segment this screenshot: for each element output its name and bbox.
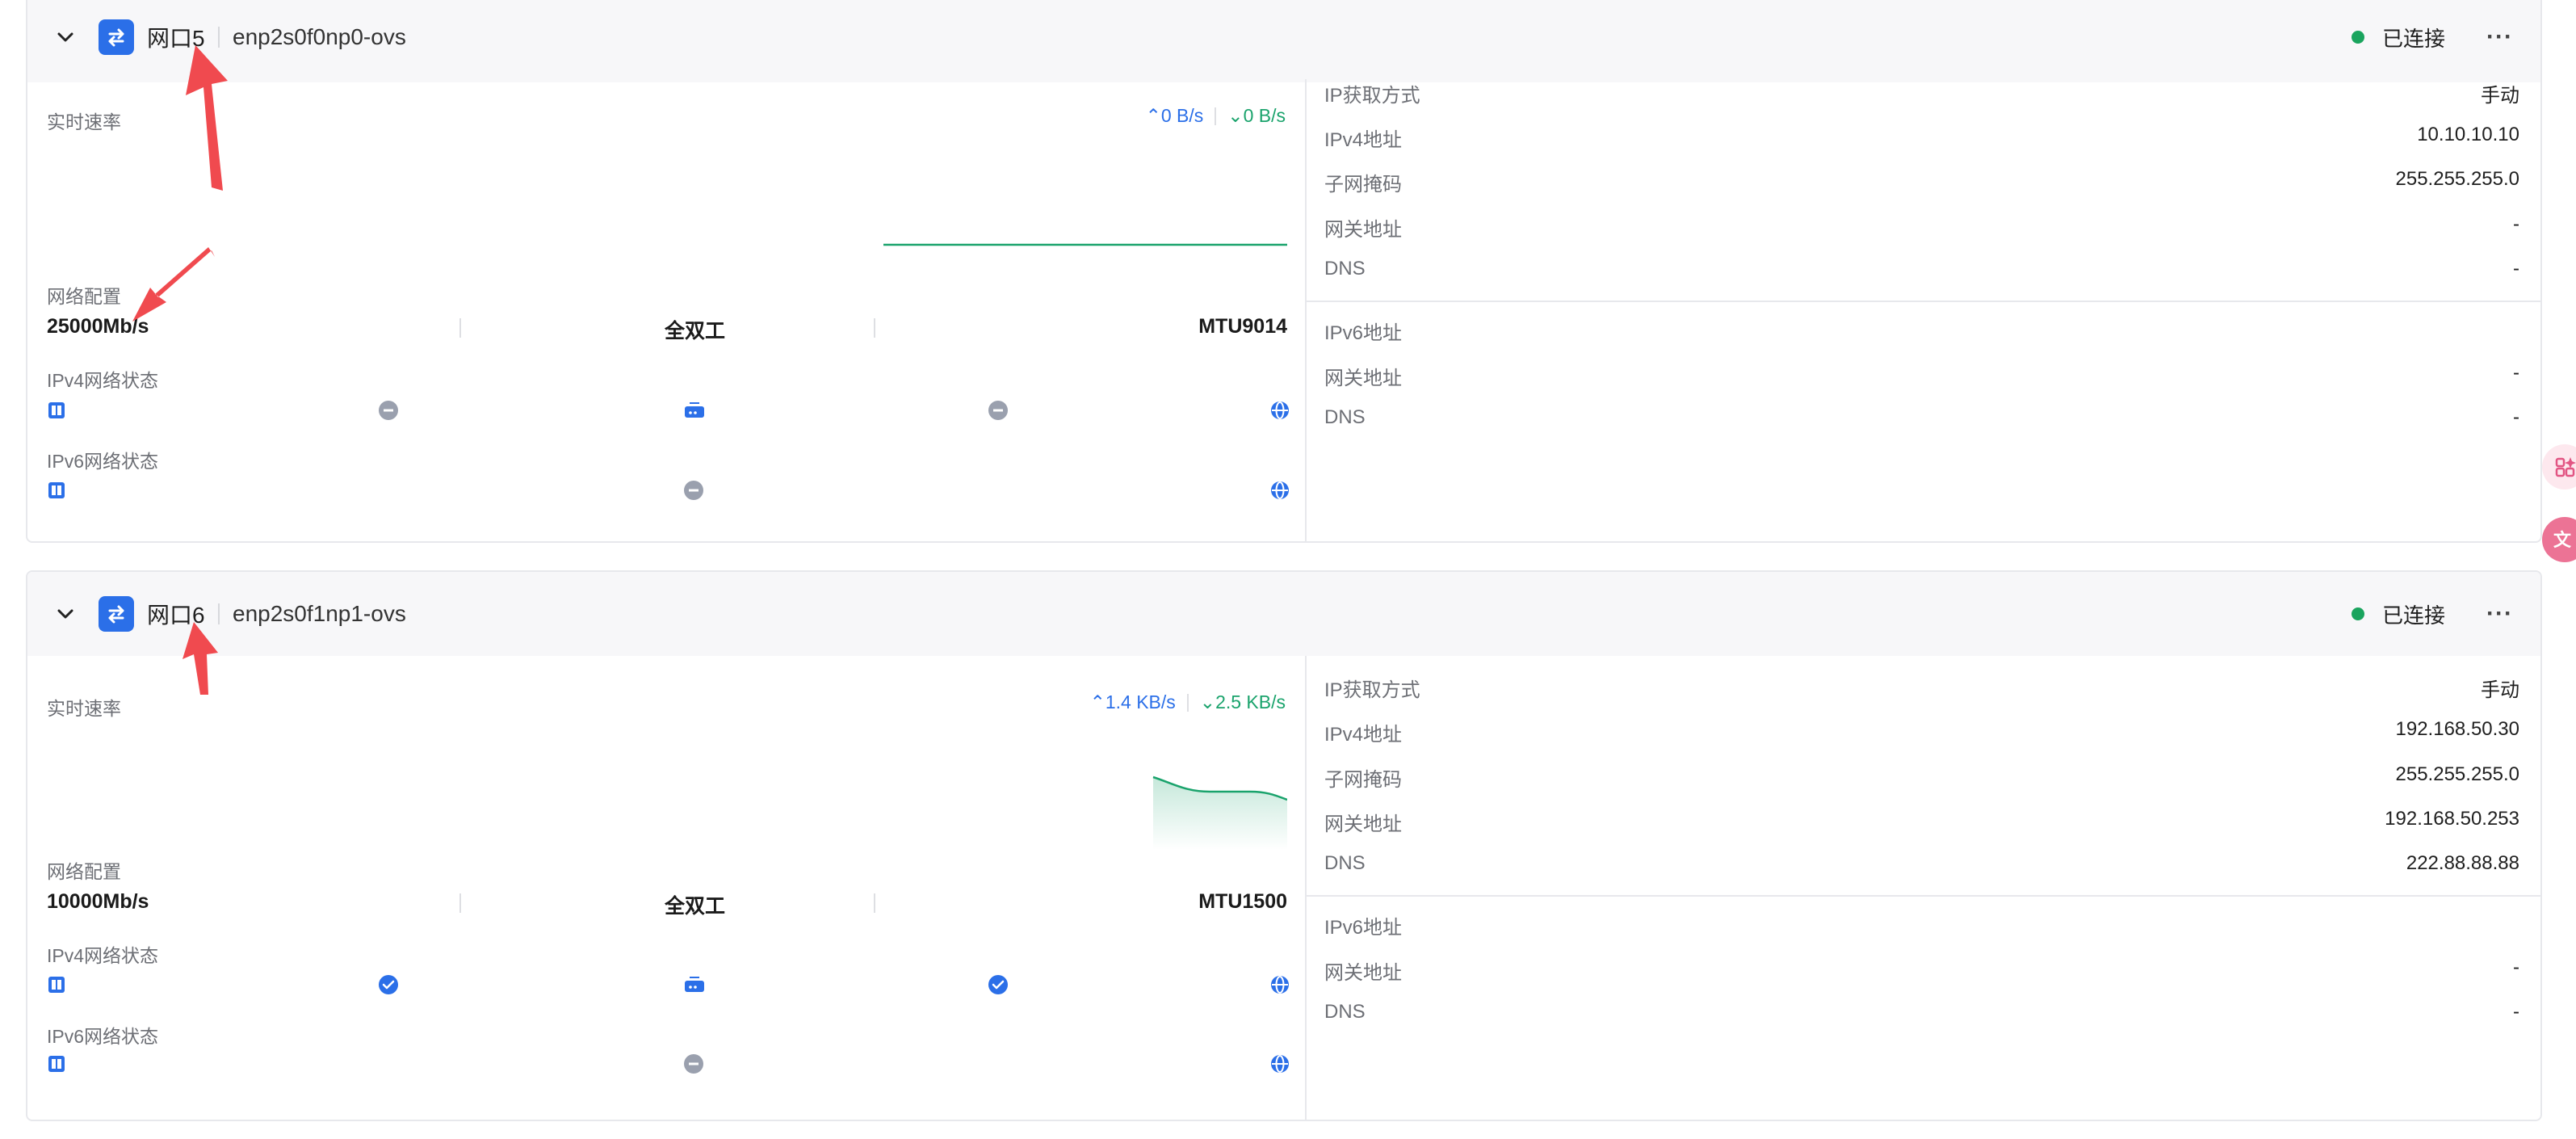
connection-status: 已连接 xyxy=(2381,603,2445,628)
more-options-button[interactable]: ··· xyxy=(2486,23,2513,51)
header-separator xyxy=(218,27,220,48)
port-card-header[interactable]: 网口5 enp2s0f0np0-ovs 已连接 ··· xyxy=(27,0,2540,82)
gateway-row: 网关地址 192.168.50.253 xyxy=(1324,808,2519,835)
server-icon xyxy=(48,402,65,418)
router-icon xyxy=(685,977,704,992)
swap-arrows-icon xyxy=(99,19,134,55)
ipv4-status-label: IPv4网络状态 xyxy=(47,945,159,966)
server-icon xyxy=(48,977,65,993)
ip-info-pane: IP获取方式 手动 IPv4地址 10.10.10.10 子网掩码 255.255.2… xyxy=(1305,79,2540,541)
ipv4-addr-row: IPv4地址 10.10.10.10 xyxy=(1324,124,2519,151)
traffic-pane: 实时速率 ⌃1.4 KB/s ⌄2.5 KB/s 网络配置 10000Mb/s … xyxy=(27,656,1303,1120)
mtu-value: MTU9014 xyxy=(1198,315,1287,338)
ai-assistant-icon[interactable] xyxy=(2542,444,2576,490)
traffic-chart xyxy=(883,243,1287,246)
ipv6-addr-row: IPv6地址 xyxy=(1324,917,1403,939)
link-speed: 10000Mb/s xyxy=(47,890,149,913)
header-separator xyxy=(218,603,220,624)
minus-icon xyxy=(684,1054,703,1074)
duplex-mode: 全双工 xyxy=(665,895,726,918)
minus-icon xyxy=(988,401,1008,420)
divider xyxy=(1307,301,2540,302)
status-dot-icon xyxy=(2352,31,2364,44)
minus-icon xyxy=(684,481,703,500)
globe-icon xyxy=(1271,481,1289,499)
ip-method-row: IP获取方式 手动 xyxy=(1324,85,2519,107)
check-icon xyxy=(379,975,398,994)
ipv6-status-track xyxy=(48,481,1289,500)
speed-readout: ⌃1.4 KB/s ⌄2.5 KB/s xyxy=(1090,691,1286,713)
connection-status: 已连接 xyxy=(2381,26,2445,51)
ipv6-status-track xyxy=(48,1054,1289,1074)
subnet-row: 子网掩码 255.255.255.0 xyxy=(1324,763,2519,791)
port-name: 网口6 xyxy=(147,603,205,628)
ipv4-status-label: IPv4网络状态 xyxy=(47,370,159,391)
upload-speed: ⌃1.4 KB/s xyxy=(1089,691,1176,712)
upload-speed: ⌃0 B/s xyxy=(1145,105,1204,126)
ip-info-pane: IP获取方式 手动 IPv4地址 192.168.50.30 子网掩码 255.255… xyxy=(1305,656,2540,1120)
minus-icon xyxy=(379,401,398,420)
router-icon xyxy=(685,402,704,418)
globe-icon xyxy=(1271,1055,1289,1073)
port-name: 网口5 xyxy=(147,26,205,51)
download-speed: ⌄0 B/s xyxy=(1227,105,1286,126)
net-config-row: 25000Mb/s 全双工 MTU9014 xyxy=(47,312,1287,344)
svg-text:文: 文 xyxy=(2553,530,2572,551)
ipv4-addr-row: IPv4地址 192.168.50.30 xyxy=(1324,718,2519,746)
interface-name: enp2s0f1np1-ovs xyxy=(233,601,406,626)
ipv6-status-label: IPv6网络状态 xyxy=(47,1026,159,1047)
dns-row: DNS - xyxy=(1324,258,2519,279)
link-speed: 25000Mb/s xyxy=(47,315,149,338)
ipv6-gateway-row: 网关地址 - xyxy=(1324,362,2519,389)
dns-row: DNS 222.88.88.88 xyxy=(1324,852,2519,874)
net-config-label: 网络配置 xyxy=(47,861,121,882)
ipv6-dns-row: DNS - xyxy=(1324,1001,2519,1023)
chevron-down-icon[interactable] xyxy=(52,23,79,51)
chevron-down-icon[interactable] xyxy=(52,600,79,628)
more-options-button[interactable]: ··· xyxy=(2486,600,2513,628)
ipv6-gateway-row: 网关地址 - xyxy=(1324,956,2519,984)
duplex-mode: 全双工 xyxy=(665,320,726,343)
swap-arrows-icon xyxy=(99,596,134,632)
realtime-rate-label: 实时速率 xyxy=(47,698,121,719)
globe-icon xyxy=(1271,401,1289,419)
port-card-header[interactable]: 网口6 enp2s0f1np1-ovs 已连接 ··· xyxy=(27,572,2540,656)
globe-icon xyxy=(1271,976,1289,994)
port-card-5: 网口5 enp2s0f0np0-ovs 已连接 ··· 实时速率 ⌃0 B/s … xyxy=(26,0,2542,543)
gateway-row: 网关地址 - xyxy=(1324,213,2519,241)
ipv6-addr-row: IPv6地址 xyxy=(1324,322,1403,344)
net-config-label: 网络配置 xyxy=(47,286,121,307)
traffic-pane: 实时速率 ⌃0 B/s ⌄0 B/s 网络配置 25000Mb/s 全双工 MT… xyxy=(27,79,1303,541)
ipv4-status-track xyxy=(48,401,1289,420)
interface-name: enp2s0f0np0-ovs xyxy=(233,24,406,49)
ipv4-status-track xyxy=(48,975,1289,994)
ipv6-dns-row: DNS - xyxy=(1324,406,2519,428)
traffic-chart xyxy=(1152,775,1287,850)
download-speed: ⌄2.5 KB/s xyxy=(1199,691,1286,712)
realtime-rate-label: 实时速率 xyxy=(47,111,121,132)
net-config-row: 10000Mb/s 全双工 MTU1500 xyxy=(47,887,1287,919)
status-dot-icon xyxy=(2352,607,2364,620)
server-icon xyxy=(48,482,65,498)
check-icon xyxy=(988,975,1008,994)
ipv6-status-label: IPv6网络状态 xyxy=(47,451,159,472)
server-icon xyxy=(48,1056,65,1072)
translate-icon[interactable]: 文 xyxy=(2542,517,2576,562)
port-card-6: 网口6 enp2s0f1np1-ovs 已连接 ··· 实时速率 ⌃1.4 KB… xyxy=(26,570,2542,1121)
divider xyxy=(1307,895,2540,897)
subnet-row: 子网掩码 255.255.255.0 xyxy=(1324,168,2519,195)
mtu-value: MTU1500 xyxy=(1198,890,1287,913)
ip-method-row: IP获取方式 手动 xyxy=(1324,679,2519,701)
speed-readout: ⌃0 B/s ⌄0 B/s xyxy=(1146,105,1286,127)
